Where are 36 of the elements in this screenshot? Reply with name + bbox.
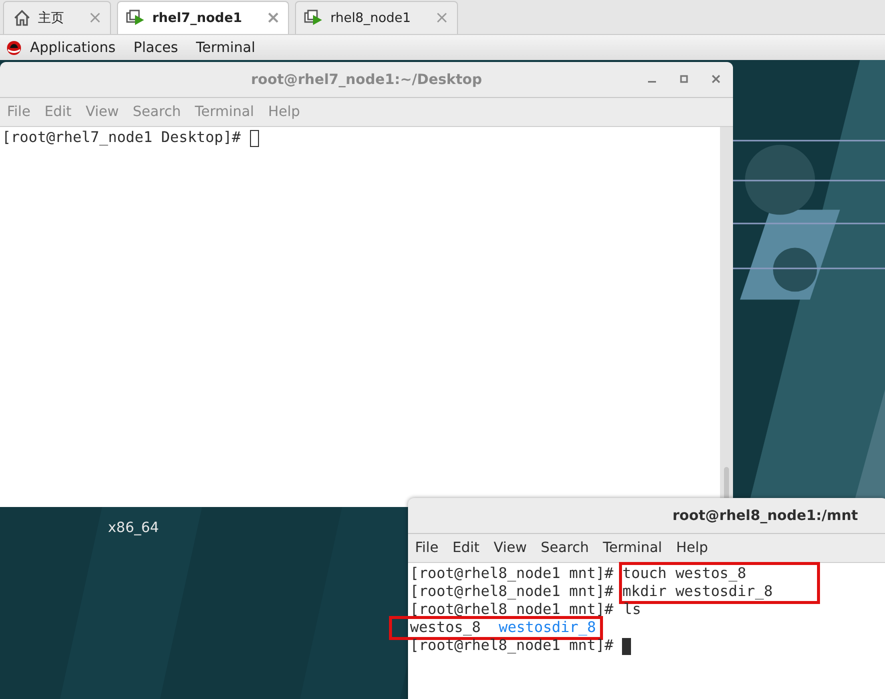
menu-item[interactable]: Help [676, 540, 708, 556]
top-bar-menu[interactable]: Places [134, 40, 178, 56]
shell-command: touch westos_8 [622, 565, 748, 583]
text-cursor [622, 638, 632, 654]
shell-command: mkdir westosdir_8 [622, 583, 773, 601]
home-icon [12, 9, 32, 27]
shell-prompt: [root@rhel8_node1 mnt]# [410, 637, 614, 655]
window-title: root@rhel8_node1:/mnt [672, 508, 858, 524]
menu-item[interactable]: File [415, 540, 438, 556]
desktop-label: x86_64 [108, 520, 159, 536]
maximize-icon[interactable] [679, 74, 689, 84]
virtual-machine-icon [126, 9, 146, 27]
tab-label: rhel7_node1 [152, 10, 242, 26]
browser-tab[interactable]: rhel7_node1 × [117, 1, 290, 34]
menu-item[interactable]: View [494, 540, 527, 556]
shell-prompt: [root@rhel8_node1 mnt]# [410, 583, 614, 601]
top-bar-menu[interactable]: Terminal [196, 40, 256, 56]
top-bar-menu[interactable]: Applications [30, 40, 116, 56]
browser-tab[interactable]: rhel8_node1 × [295, 1, 458, 34]
directory-name: westosdir_8 [498, 619, 596, 637]
close-icon[interactable] [711, 74, 721, 84]
menu-item[interactable]: Search [540, 540, 589, 556]
browser-tab[interactable]: 主页 × [3, 1, 112, 34]
window-title: root@rhel7_node1:~/Desktop [250, 72, 482, 88]
shell-prompt: [root@rhel7_node1 Desktop]# [2, 129, 241, 147]
menu-item[interactable]: Edit [452, 540, 480, 556]
shell-command: ls [623, 601, 642, 619]
shell-prompt: [root@rhel8_node1 mnt]# [410, 601, 614, 619]
virtual-machine-icon [304, 9, 324, 27]
tab-label: 主页 [38, 10, 64, 27]
menu-item[interactable]: Terminal [602, 540, 662, 556]
file-name: westos_8 [410, 619, 481, 637]
shell-prompt: [root@rhel8_node1 mnt]# [410, 565, 614, 583]
hat-logo-icon[interactable] [6, 40, 22, 56]
tab-label: rhel8_node1 [330, 10, 411, 26]
text-cursor [250, 130, 259, 146]
